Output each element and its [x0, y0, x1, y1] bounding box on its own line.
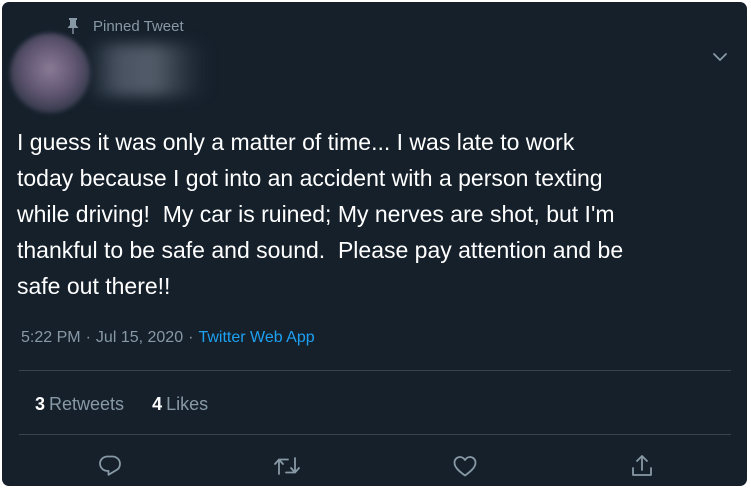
meta-separator: · [188, 329, 194, 346]
pinned-indicator: Pinned Tweet [66, 16, 184, 36]
retweets-stat[interactable]: 3 Retweets [35, 394, 124, 415]
reply-button[interactable] [93, 449, 127, 483]
retweets-count: 3 [35, 394, 46, 414]
pinned-label: Pinned Tweet [93, 17, 184, 35]
retweets-label: Retweets [49, 394, 125, 414]
likes-stat[interactable]: 4 Likes [152, 394, 208, 415]
tweet-date[interactable]: Jul 15, 2020 [96, 329, 183, 347]
share-icon [629, 453, 655, 479]
like-button[interactable] [448, 449, 482, 483]
share-button[interactable] [625, 449, 659, 483]
likes-count: 4 [152, 394, 163, 414]
pin-icon [66, 17, 80, 35]
author-name-redacted[interactable] [88, 44, 208, 96]
retweet-button[interactable] [270, 449, 304, 483]
tweet-card: Pinned Tweet I guess it was only a matte… [2, 2, 747, 486]
engagement-stats: 3 Retweets 4 Likes [35, 394, 208, 415]
divider [19, 434, 731, 435]
heart-icon [452, 454, 478, 478]
more-options-button[interactable] [710, 47, 730, 67]
avatar[interactable] [10, 33, 90, 113]
reply-icon [97, 453, 123, 479]
tweet-time[interactable]: 5:22 PM [21, 329, 81, 347]
meta-separator: · [85, 329, 91, 346]
tweet-metadata: 5:22 PM · Jul 15, 2020 · Twitter Web App [21, 329, 315, 347]
retweet-icon [273, 454, 301, 478]
likes-label: Likes [166, 394, 209, 414]
divider [19, 370, 731, 371]
chevron-down-icon [712, 52, 728, 62]
action-bar [2, 449, 747, 483]
source-app-link[interactable]: Twitter Web App [198, 329, 314, 347]
tweet-text: I guess it was only a matter of time... … [17, 129, 624, 299]
